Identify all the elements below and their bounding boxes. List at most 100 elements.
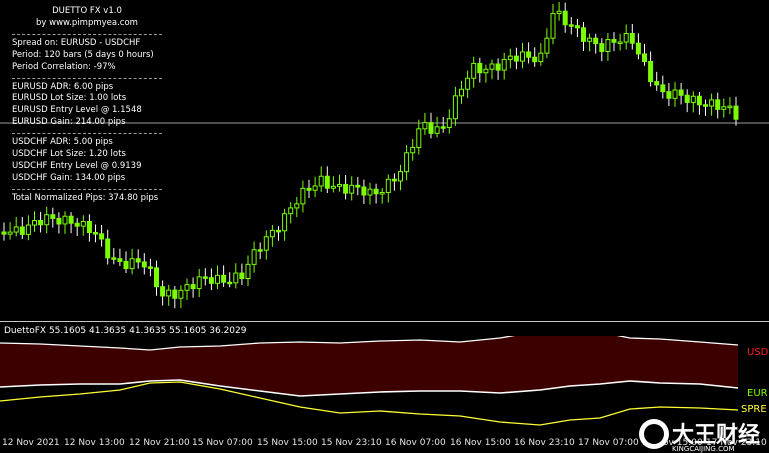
candle-body [263,236,269,251]
candle-body [642,53,647,62]
candle-body [574,25,580,29]
candle-body [160,286,166,297]
candle-body [526,51,532,58]
candle-body [428,122,434,134]
candle-body [276,229,281,233]
candle-body [38,219,44,226]
candle-body [617,41,623,44]
candle-body [581,27,586,42]
spread-pair: Spread on: EURUSD - USDCHF [12,37,141,48]
time-axis-label: 15 Nov 15:00 [257,438,318,448]
candle-body [208,277,214,284]
candle-body [32,219,37,226]
candle-body [215,274,220,284]
candle-body [690,95,696,103]
period-text: Period: 120 bars (5 days 0 hours) [12,49,154,60]
correlation-text: Period Correlation: -97% [12,61,116,72]
candle-body [471,62,477,79]
candle-body [727,105,733,109]
candle-body [190,284,196,290]
candle-body [111,257,117,260]
candle-body [123,260,129,270]
candle-body [422,122,428,130]
panel-divider[interactable] [0,321,769,322]
candle-body [117,258,123,262]
candle-body [330,185,336,189]
indicator-website: by www.pimpmyea.com [36,17,138,28]
candle-body [135,258,141,263]
candle-body [294,203,300,209]
candle-body [141,261,147,268]
candle-body [288,207,294,215]
candle-body [154,267,159,288]
candle-body [7,231,13,235]
candle-body [495,63,501,71]
indicator-name: DUETTO FX v1.0 [52,6,122,16]
eur-series-label: EUR [747,388,768,399]
total-normalized-pips: Total Normalized Pips: 374.80 pips [12,192,159,203]
candle-body [361,186,367,196]
candle-body [318,175,324,187]
candle-body [507,55,513,60]
candle-body [196,276,202,290]
eurusd-adr: EURUSD ADR: 6.00 pips [12,81,114,92]
candle-body [269,229,275,238]
candle-body [178,289,184,299]
candle-body [593,37,599,45]
usdchf-gain: USDCHF Gain: 134.00 pips [12,172,126,183]
candle-body [721,106,727,110]
candle-body [202,276,208,279]
candle-body [544,37,550,54]
candle-body [648,60,654,83]
candle-body [385,178,391,193]
candle-body [538,52,544,63]
candle-body [147,266,153,269]
candle-body [349,184,355,194]
candle-body [172,289,178,299]
candle-body [666,91,672,99]
candle-body [19,226,25,235]
candle-body [605,39,611,52]
eurusd-lot-size: EURUSD Lot Size: 1.00 lots [12,93,127,104]
candle-body [50,214,56,219]
usdchf-adr: USDCHF ADR: 5.00 pips [12,137,113,148]
usd-series-label: USD [747,347,769,358]
time-axis-label: 15 Nov 23:10 [321,438,382,448]
usd-band-fill [0,336,738,396]
candle-body [105,238,111,259]
candle-body [367,188,373,196]
candle-body [611,39,617,43]
time-axis-label: 17 Nov 07:00 [578,438,639,448]
candle-body [56,217,62,225]
candle-body [93,232,98,235]
candle-body [337,183,342,187]
candle-body [227,281,233,285]
candle-body [483,68,489,74]
candle-body [703,104,708,107]
logo-icon-inner [644,424,664,444]
candle-body [306,187,312,191]
candle-body [587,37,593,42]
candle-body [343,183,349,194]
candle-body [599,43,605,52]
candle-body [678,89,684,96]
candle-body [654,81,660,86]
candle-body [696,95,702,106]
candle-body [184,284,190,291]
candle-body [74,222,80,227]
separator [12,188,162,190]
time-axis-label: 12 Nov 13:00 [64,438,125,448]
candle-body [373,188,379,195]
candle-body [635,42,641,55]
candle-body [300,187,306,205]
candle-body [513,55,519,62]
time-axis-label: 16 Nov 15:00 [450,438,511,448]
candle-body [233,272,239,284]
candle-body [550,13,556,39]
eurusd-entry-level: EURUSD Entry Level @ 1.1548 [12,105,142,116]
candle-body [568,24,574,27]
candle-body [62,215,68,225]
eurusd-gain: EURUSD Gain: 214.00 pips [12,117,126,128]
candle-body [465,77,471,90]
candle-body [489,63,495,70]
